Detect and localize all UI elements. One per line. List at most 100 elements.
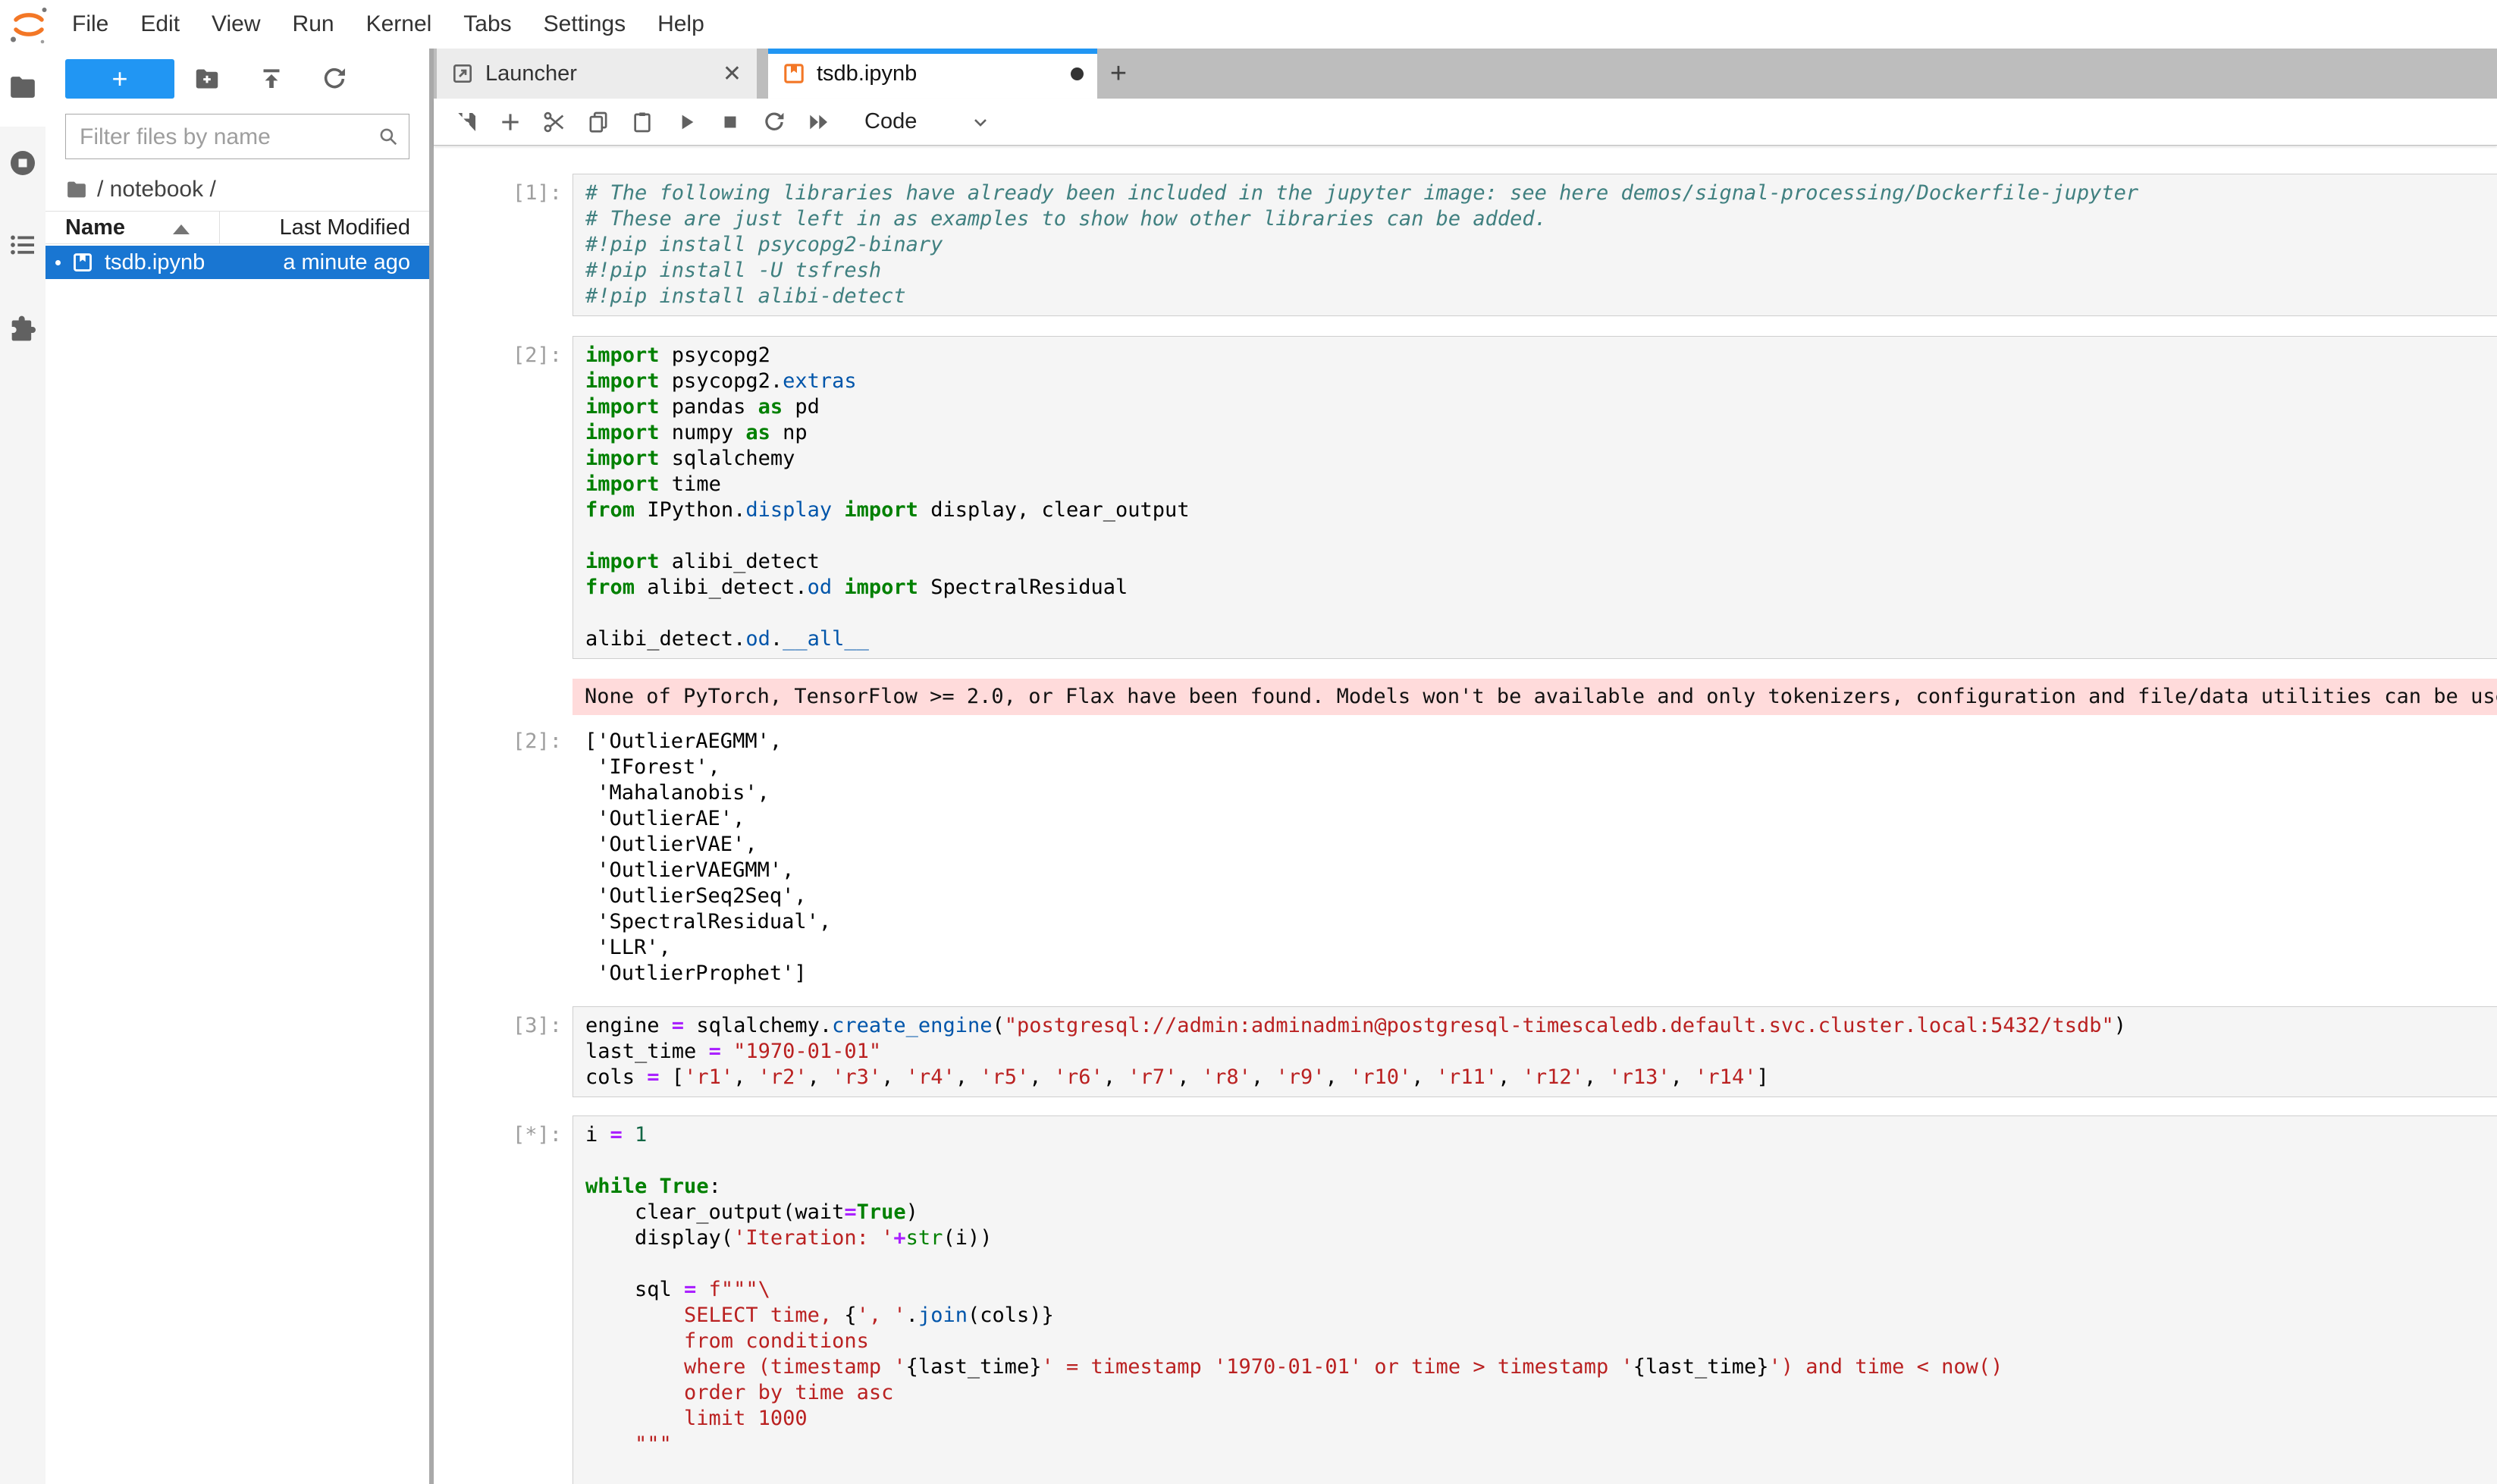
upload-button[interactable]: [258, 65, 285, 93]
jupyterlab-window: FileEditViewRunKernelTabsSettingsHelp + …: [0, 0, 2497, 1484]
running-indicator-dot: [55, 260, 61, 265]
code-line: 'OutlierVAEGMM',: [585, 858, 2497, 883]
tab-tsdb-ipynb[interactable]: tsdb.ipynb: [768, 49, 1097, 99]
file-browser-toolbar: +: [45, 59, 429, 99]
execute-result-output: [2]: ['OutlierAEGMM', 'IForest', 'Mahalan…: [434, 717, 2497, 991]
refresh-button[interactable]: [321, 65, 348, 93]
code-line: where (timestamp '{last_time}' = timesta…: [585, 1354, 2497, 1380]
notebook-file-icon: [71, 251, 94, 274]
code-line: 'IForest',: [585, 755, 2497, 780]
chevron-down-icon[interactable]: [970, 111, 991, 133]
menu-item-view[interactable]: View: [196, 0, 276, 49]
column-header-name[interactable]: Name: [65, 212, 125, 243]
filter-files-input[interactable]: [78, 115, 369, 160]
menu-item-tabs[interactable]: Tabs: [447, 0, 527, 49]
file-list-header: Name Last Modified: [45, 211, 429, 244]
code-line: from IPython.display import display, cle…: [585, 497, 2497, 523]
code-line: # The following libraries have already b…: [585, 180, 2497, 206]
notebook-cell: [3]:engine = sqlalchemy.create_engine("p…: [434, 1006, 2497, 1097]
jupyter-logo: [9, 4, 49, 46]
filter-files-box: [65, 114, 409, 159]
close-tab-icon[interactable]: ✕: [721, 61, 743, 87]
code-line: 'OutlierSeq2Seq',: [585, 883, 2497, 909]
code-line: i = 1: [585, 1122, 2497, 1148]
notebook-cell: [1]:# The following libraries have alrea…: [434, 174, 2497, 316]
menu-item-settings[interactable]: Settings: [528, 0, 642, 49]
new-folder-button[interactable]: [193, 65, 221, 93]
code-line: clear_output(wait=True): [585, 1200, 2497, 1225]
file-browser-icon[interactable]: [8, 72, 38, 102]
code-line: [585, 1457, 2497, 1483]
restart-kernel-button[interactable]: [761, 109, 787, 135]
code-line: [585, 1148, 2497, 1174]
code-line: limit 1000: [585, 1406, 2497, 1432]
new-launcher-button[interactable]: +: [65, 59, 174, 99]
breadcrumb-path[interactable]: / notebook /: [97, 177, 216, 202]
menu-item-file[interactable]: File: [56, 0, 124, 49]
launcher-icon: [450, 61, 475, 86]
code-line: last_time = "1970-01-01": [585, 1039, 2497, 1065]
column-divider: [219, 212, 220, 243]
sort-ascending-icon: [173, 224, 190, 234]
code-line: 'OutlierAE',: [585, 806, 2497, 832]
notebook-icon: [782, 61, 806, 86]
tab-launcher[interactable]: Launcher✕: [437, 49, 757, 99]
new-launcher-tab-button[interactable]: +: [1097, 49, 1140, 99]
insert-cell-button[interactable]: [497, 109, 523, 135]
code-line: #!pip install alibi-detect: [585, 284, 2497, 309]
code-line: import pandas as pd: [585, 394, 2497, 420]
main-dock-panel: Launcher✕ tsdb.ipynb + Code [1]:# The foll…: [434, 49, 2497, 1484]
menu-bar: FileEditViewRunKernelTabsSettingsHelp: [0, 0, 2497, 49]
column-header-last-modified[interactable]: Last Modified: [280, 212, 411, 243]
execution-count-prompt: [2]:: [434, 336, 572, 369]
file-row-tsdb.ipynb[interactable]: tsdb.ipynb a minute ago: [45, 246, 429, 279]
code-line: import sqlalchemy: [585, 446, 2497, 472]
tab-label: tsdb.ipynb: [817, 61, 1071, 86]
code-line: cols = ['r1', 'r2', 'r3', 'r4', 'r5', 'r…: [585, 1065, 2497, 1090]
running-kernels-icon[interactable]: [8, 148, 38, 178]
menu-item-help[interactable]: Help: [642, 0, 720, 49]
file-last-modified: a minute ago: [283, 246, 410, 279]
file-name: tsdb.ipynb: [105, 246, 205, 279]
copy-cells-button[interactable]: [585, 109, 611, 135]
home-folder-icon[interactable]: [65, 178, 88, 201]
code-line: from alibi_detect.od import SpectralResi…: [585, 575, 2497, 601]
interrupt-kernel-button[interactable]: [717, 109, 743, 135]
cell-code-editor[interactable]: i = 1 while True: clear_output(wait=True…: [572, 1115, 2497, 1484]
cell-code-editor[interactable]: # The following libraries have already b…: [572, 174, 2497, 316]
save-button[interactable]: [453, 109, 479, 135]
table-of-contents-icon[interactable]: [8, 230, 38, 260]
execution-count-prompt: [3]:: [434, 1006, 572, 1039]
code-line: while True:: [585, 1174, 2497, 1200]
run-cell-button[interactable]: [673, 109, 699, 135]
menu-items: FileEditViewRunKernelTabsSettingsHelp: [56, 0, 720, 49]
extensions-icon[interactable]: [8, 313, 38, 344]
menu-item-edit[interactable]: Edit: [124, 0, 196, 49]
tab-label: Launcher: [485, 61, 721, 86]
code-line: display('Iteration: '+str(i)): [585, 1225, 2497, 1251]
output-prompt: [2]:: [434, 717, 572, 755]
code-line: from conditions: [585, 1329, 2497, 1354]
cell-code-editor[interactable]: engine = sqlalchemy.create_engine("postg…: [572, 1006, 2497, 1097]
cell-code-editor[interactable]: import psycopg2import psycopg2.extrasimp…: [572, 336, 2497, 659]
code-line: 'Mahalanobis',: [585, 780, 2497, 806]
restart-run-all-button[interactable]: [805, 109, 831, 135]
code-line: 'OutlierVAE',: [585, 832, 2497, 858]
notebook-scroll-area[interactable]: [1]:# The following libraries have alrea…: [434, 146, 2497, 1484]
code-line: ['OutlierAEGMM',: [585, 729, 2497, 755]
code-line: 'LLR',: [585, 935, 2497, 961]
cell-type-dropdown[interactable]: Code: [864, 109, 917, 134]
code-line: # These are just left in as examples to …: [585, 206, 2497, 232]
code-line: import psycopg2.extras: [585, 369, 2497, 394]
menu-item-run[interactable]: Run: [277, 0, 350, 49]
code-line: [585, 523, 2497, 549]
search-icon: [377, 125, 400, 148]
code-line: #!pip install -U tsfresh: [585, 258, 2497, 284]
document-tab-bar: Launcher✕ tsdb.ipynb +: [434, 49, 2497, 99]
code-line: import alibi_detect: [585, 549, 2497, 575]
code-line: import psycopg2: [585, 343, 2497, 369]
paste-cells-button[interactable]: [629, 109, 655, 135]
menu-item-kernel[interactable]: Kernel: [350, 0, 448, 49]
cut-cells-button[interactable]: [541, 109, 567, 135]
execution-count-prompt: [*]:: [434, 1115, 572, 1148]
